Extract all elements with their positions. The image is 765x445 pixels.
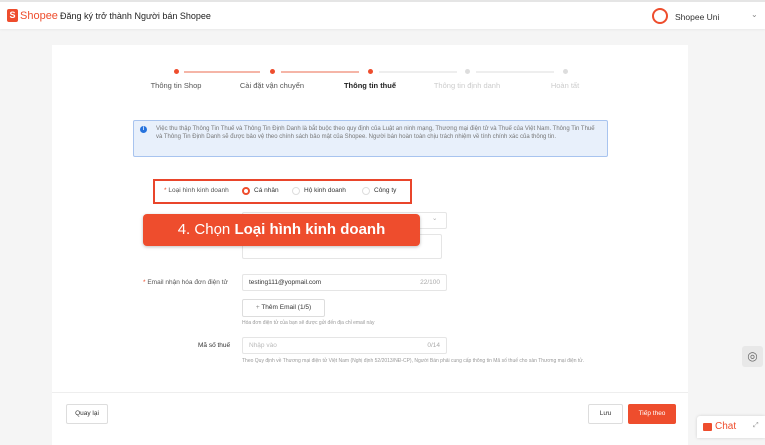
email-help: Hóa đơn điện tử của bạn sẽ được gửi đến …	[242, 320, 375, 326]
chat-widget[interactable]: Chat ⤢	[697, 416, 765, 438]
step-complete: Hoàn tất	[550, 81, 580, 90]
tax-input[interactable]: Nhập vào 0/14	[242, 337, 447, 354]
shopee-uni-icon	[652, 8, 668, 24]
top-header: S Shopee Đăng ký trở thành Người bán Sho…	[0, 0, 765, 29]
tax-label: Mã số thuế	[198, 342, 231, 349]
radio-company[interactable]	[362, 187, 370, 195]
banner-prefix: 4. Chọn	[177, 221, 235, 238]
radio-individual[interactable]	[242, 187, 250, 195]
step-dot	[174, 69, 179, 74]
info-notice: i Việc thu thập Thông Tin Thuế và Thông …	[133, 120, 608, 157]
step-dot	[465, 69, 470, 74]
business-type-label: * Loại hình kinh doanh	[164, 187, 229, 194]
step-shop-info: Thông tin Shop	[150, 81, 202, 90]
step-tax-info: Thông tin thuế	[343, 81, 397, 90]
step-identity: Thông tin định danh	[433, 81, 501, 90]
add-email-label: Thêm Email (1/5)	[261, 304, 312, 311]
shopee-logo[interactable]: Shopee	[20, 10, 58, 22]
tax-count: 0/14	[427, 342, 440, 349]
option-household[interactable]: Hộ kinh doanh	[304, 187, 346, 194]
expand-icon[interactable]: ⤢	[753, 422, 759, 430]
banner-bold: Loại hình kinh doanh	[234, 221, 386, 238]
user-menu[interactable]: Shopee Uni	[675, 12, 719, 22]
option-company[interactable]: Công ty	[374, 187, 396, 194]
info-text: Việc thu thập Thông Tin Thuế và Thông Ti…	[156, 126, 595, 140]
instruction-banner: 4. Chọn Loại hình kinh doanh	[143, 214, 420, 246]
email-label-text: Email nhận hóa đơn điện tử	[147, 279, 228, 286]
chat-icon	[703, 423, 712, 431]
tax-placeholder: Nhập vào	[249, 342, 277, 349]
step-line	[281, 71, 359, 73]
info-icon: i	[140, 126, 147, 133]
step-dot	[270, 69, 275, 74]
email-label: * Email nhận hóa đơn điện tử	[143, 279, 228, 286]
step-dot	[563, 69, 568, 74]
save-button[interactable]: Lưu	[588, 404, 623, 424]
tax-help: Theo Quy định về Thương mại điện tử Việt…	[242, 358, 585, 364]
business-type-label-text: Loại hình kinh doanh	[168, 187, 229, 194]
chevron-down-icon: ⌄	[432, 215, 438, 222]
add-email-button[interactable]: + Thêm Email (1/5)	[242, 299, 325, 317]
step-shipping: Cài đặt vận chuyển	[239, 81, 305, 90]
chevron-down-icon[interactable]: ⌄	[751, 10, 758, 19]
step-line	[184, 71, 260, 73]
email-input[interactable]: testing111@yopmail.com 22/100	[242, 274, 447, 291]
chat-label: Chat	[715, 421, 737, 432]
page-title: Đăng ký trở thành Người bán Shopee	[60, 11, 211, 21]
footer-divider	[52, 392, 688, 393]
next-button[interactable]: Tiếp theo	[628, 404, 676, 424]
radio-household[interactable]	[292, 187, 300, 195]
step-line	[476, 71, 554, 73]
email-value: testing111@yopmail.com	[249, 279, 322, 286]
step-line	[379, 71, 457, 73]
option-individual[interactable]: Cá nhân	[254, 187, 279, 194]
shopee-bag-icon: S	[7, 9, 18, 22]
email-count: 22/100	[420, 279, 440, 286]
back-button[interactable]: Quay lại	[66, 404, 108, 424]
support-icon[interactable]: ◎	[742, 346, 763, 367]
step-dot	[368, 69, 373, 74]
